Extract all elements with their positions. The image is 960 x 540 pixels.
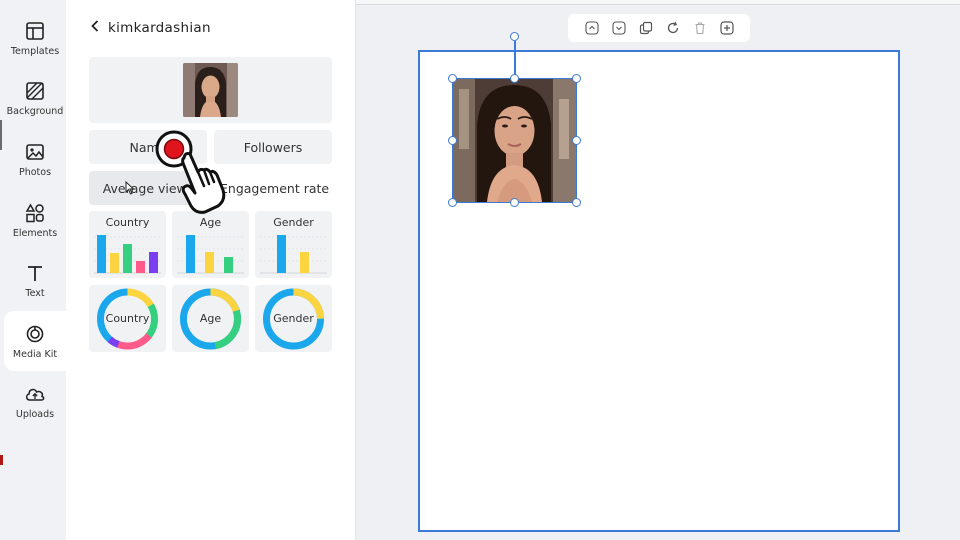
background-icon: [24, 80, 46, 102]
name-button[interactable]: Name: [89, 130, 207, 164]
profile-photo-card[interactable]: [89, 57, 332, 123]
rotate-handle[interactable]: [510, 32, 519, 41]
rail-label: Uploads: [15, 408, 55, 420]
gender-bar-widget[interactable]: Gender: [255, 211, 332, 278]
resize-handle-bottom-left[interactable]: [448, 198, 457, 207]
widget-label: Age: [199, 312, 222, 325]
profile-photo-thumbnail: [183, 63, 238, 117]
top-strip: [356, 0, 960, 5]
add-icon[interactable]: [719, 20, 735, 36]
delete-icon[interactable]: [692, 20, 708, 36]
rail-item-media-kit[interactable]: Media Kit: [4, 311, 66, 371]
age-bar-widget[interactable]: Age: [172, 211, 249, 278]
widget-label: Gender: [273, 216, 314, 229]
elements-icon: [24, 202, 46, 224]
rail-label: Elements: [12, 227, 58, 239]
left-rail: Templates Background Photos Elements Tex…: [0, 0, 66, 540]
rail-label: Media Kit: [12, 348, 58, 360]
rail-label: Background: [6, 105, 64, 117]
chevron-left-icon[interactable]: [90, 19, 100, 37]
resize-handle-top[interactable]: [510, 74, 519, 83]
media-kit-panel: kimkardashian Name Followers Average vie…: [66, 0, 356, 540]
photos-icon: [24, 141, 46, 163]
resize-handle-bottom-right[interactable]: [572, 198, 581, 207]
rail-label: Photos: [18, 166, 52, 178]
back-link[interactable]: kimkardashian: [90, 19, 211, 37]
element-toolbar: [568, 14, 750, 42]
rail-item-templates[interactable]: Templates: [4, 8, 66, 68]
widget-label: Country: [105, 312, 150, 325]
move-down-icon[interactable]: [611, 20, 627, 36]
rail-item-uploads[interactable]: Uploads: [4, 371, 66, 431]
country-donut-widget[interactable]: Country: [89, 285, 166, 352]
resize-handle-top-right[interactable]: [572, 74, 581, 83]
resize-handle-bottom[interactable]: [510, 198, 519, 207]
widget-label: Age: [199, 216, 222, 229]
resize-handle-top-left[interactable]: [448, 74, 457, 83]
followers-button[interactable]: Followers: [214, 130, 332, 164]
resize-handle-right[interactable]: [572, 136, 581, 145]
average-views-button[interactable]: Average views: [89, 171, 207, 205]
age-donut-widget[interactable]: Age: [172, 285, 249, 352]
widget-label: Country: [105, 216, 150, 229]
edge-marker: [0, 455, 3, 465]
templates-icon: [24, 20, 46, 42]
uploads-icon: [24, 383, 46, 405]
duplicate-icon[interactable]: [638, 20, 654, 36]
panel-title: kimkardashian: [108, 20, 211, 36]
widget-label: Gender: [273, 312, 314, 325]
country-bar-widget[interactable]: Country: [89, 211, 166, 278]
selection-box: [452, 78, 577, 203]
resize-handle-left[interactable]: [448, 136, 457, 145]
rail-item-text[interactable]: Text: [4, 250, 66, 310]
rail-item-photos[interactable]: Photos: [4, 129, 66, 189]
rail-item-elements[interactable]: Elements: [4, 190, 66, 250]
media-kit-icon: [24, 323, 46, 345]
rail-label: Text: [25, 287, 45, 299]
rail-edge-marker: [0, 120, 2, 150]
rail-item-background[interactable]: Background: [4, 68, 66, 128]
rotation-stem: [514, 41, 516, 78]
engagement-rate-button[interactable]: Engagement rate: [214, 171, 332, 205]
text-icon: [24, 262, 46, 284]
move-up-icon[interactable]: [584, 20, 600, 36]
gender-donut-widget[interactable]: Gender: [255, 285, 332, 352]
rail-label: Templates: [10, 45, 60, 57]
rotate-icon[interactable]: [665, 20, 681, 36]
